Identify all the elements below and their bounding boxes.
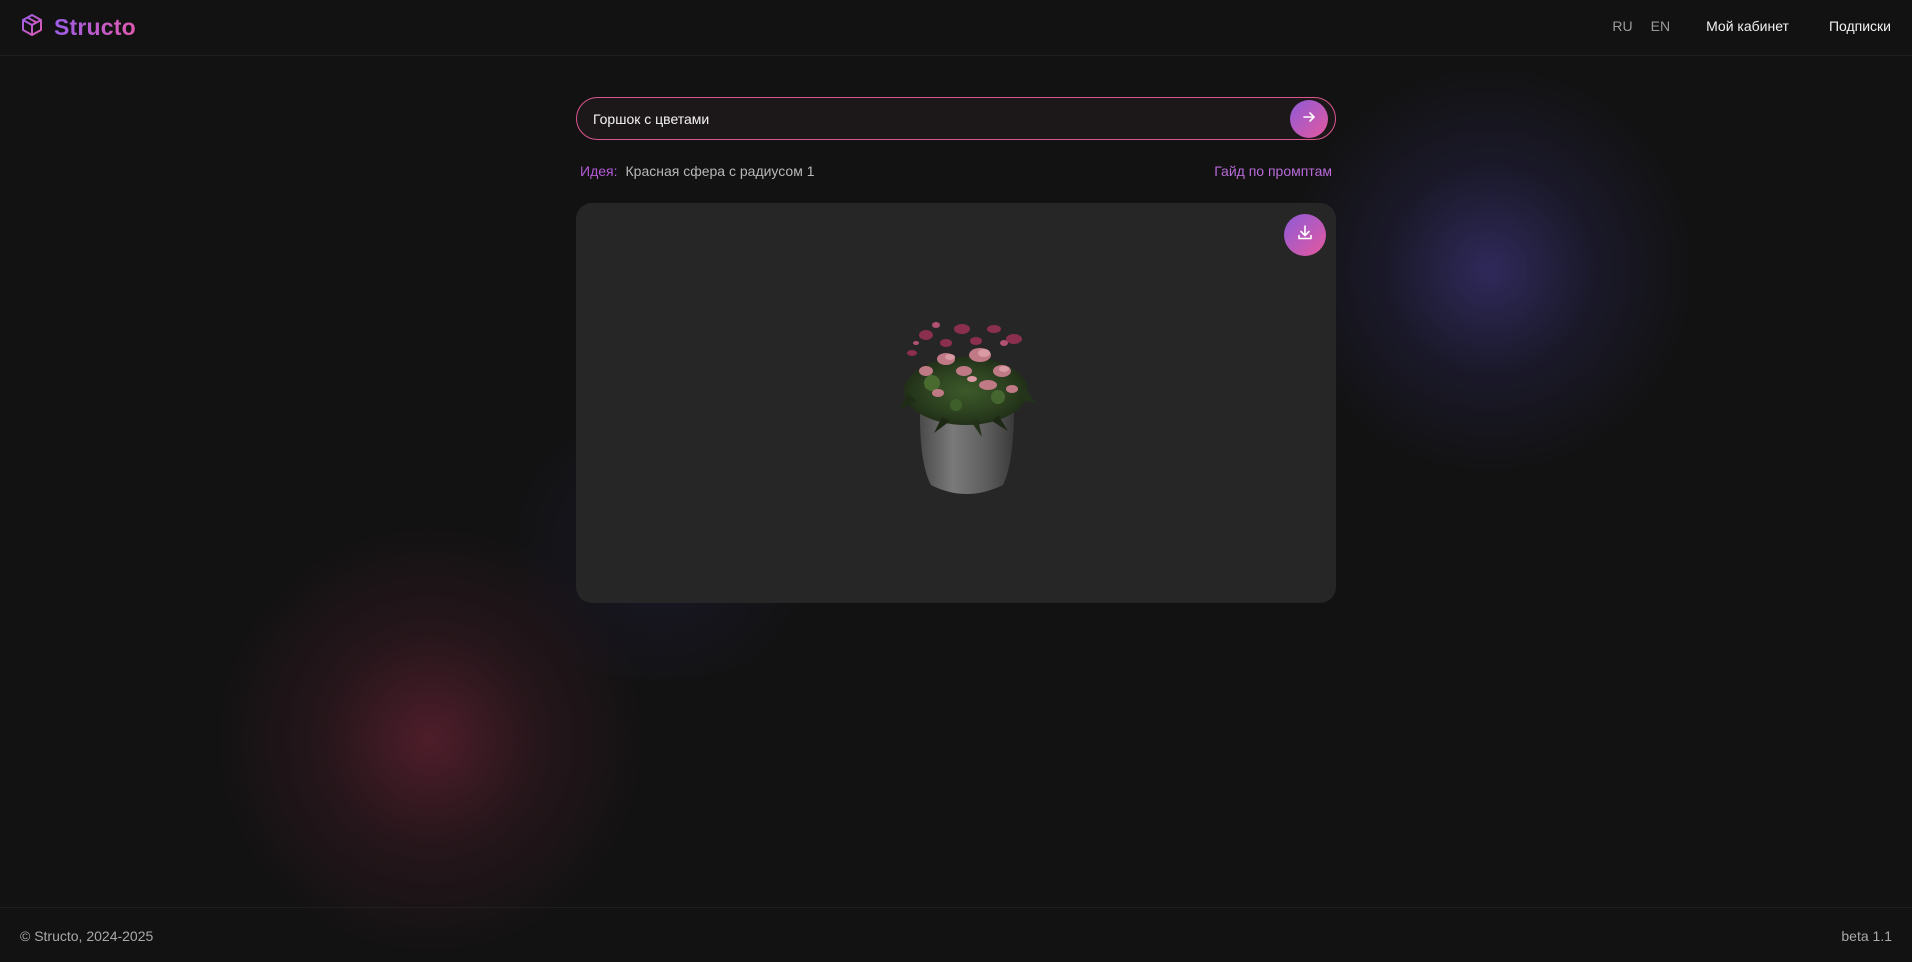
subscriptions-link[interactable]: Подписки [1829, 18, 1891, 34]
download-icon [1296, 224, 1314, 247]
brand-name: Structo [54, 14, 136, 40]
idea-row: Идея: Красная сфера с радиусом 1 Гайд по… [580, 163, 1332, 179]
lang-ru-button[interactable]: RU [1612, 18, 1632, 34]
top-header: Structo RU EN Мой кабинет Подписки [0, 0, 1912, 56]
main-nav: RU EN Мой кабинет Подписки [1612, 18, 1891, 34]
my-cabinet-link[interactable]: Мой кабинет [1706, 18, 1789, 34]
footer: © Structo, 2024-2025 beta 1.1 [0, 907, 1912, 962]
prompt-guide-link[interactable]: Гайд по промптам [1214, 163, 1332, 179]
generate-button[interactable] [1290, 100, 1328, 138]
download-button[interactable] [1284, 214, 1326, 256]
flower-pot-model [886, 313, 1046, 508]
prompt-input[interactable] [593, 98, 1273, 139]
prompt-bar [576, 97, 1336, 140]
arrow-right-icon [1302, 110, 1316, 129]
idea-label: Идея: [580, 163, 618, 179]
background-glow-blue [1280, 60, 1700, 480]
cube-icon [20, 13, 44, 42]
logo[interactable]: Structo [20, 13, 136, 42]
version-label: beta 1.1 [1841, 928, 1892, 944]
idea-suggestion[interactable]: Красная сфера с радиусом 1 [626, 163, 815, 179]
copyright-text: © Structo, 2024-2025 [20, 928, 154, 944]
lang-en-button[interactable]: EN [1651, 18, 1670, 34]
model-viewer[interactable] [576, 203, 1336, 603]
